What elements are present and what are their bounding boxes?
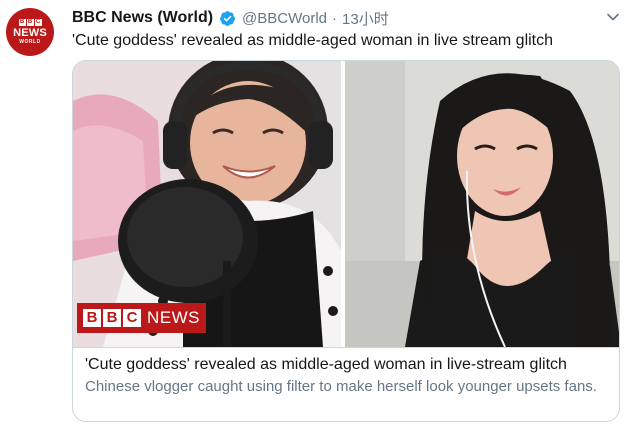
link-card[interactable]: B B C NEWS 'Cute goddess' revealed as mi… [72, 60, 620, 422]
avatar-bbc-blocks: B B C [18, 18, 42, 26]
card-title[interactable]: 'Cute goddess' revealed as middle-aged w… [85, 355, 609, 375]
card-body[interactable]: 'Cute goddess' revealed as middle-aged w… [73, 347, 619, 421]
author-name[interactable]: BBC News (World) [72, 9, 213, 27]
bbc-letter: B [103, 309, 121, 327]
tweet-header: BBC News (World) @BBCWorld · 13小时 [72, 8, 389, 28]
video-frame-right [345, 61, 619, 347]
avatar-letter: C [34, 18, 42, 26]
avatar-letter: B [26, 18, 34, 26]
card-description: Chinese vlogger caught using filter to m… [85, 378, 597, 395]
header-separator: · [332, 9, 338, 27]
author-handle[interactable]: @BBCWorld [242, 10, 327, 27]
tweet[interactable]: B B C NEWS WORLD BBC News (World) @BBCWo… [0, 0, 640, 425]
avatar-world-text: WORLD [19, 38, 41, 45]
chevron-down-icon[interactable] [606, 10, 620, 24]
bbc-news-text: NEWS [147, 308, 200, 327]
verified-badge-icon [219, 10, 236, 27]
avatar-news-text: NEWS [13, 26, 47, 39]
bbc-letter: B [83, 309, 101, 327]
avatar-letter: B [18, 18, 26, 26]
tweet-text: 'Cute goddess' revealed as middle-aged w… [72, 32, 554, 49]
bbc-news-logo: B B C NEWS [77, 303, 206, 333]
bbc-letter: C [123, 309, 141, 327]
tweet-timestamp[interactable]: 13小时 [342, 8, 389, 29]
card-image[interactable]: B B C NEWS [73, 61, 619, 347]
video-frame-left: B B C NEWS [73, 61, 341, 347]
avatar[interactable]: B B C NEWS WORLD [6, 8, 54, 56]
frame-right-illustration [345, 61, 619, 347]
